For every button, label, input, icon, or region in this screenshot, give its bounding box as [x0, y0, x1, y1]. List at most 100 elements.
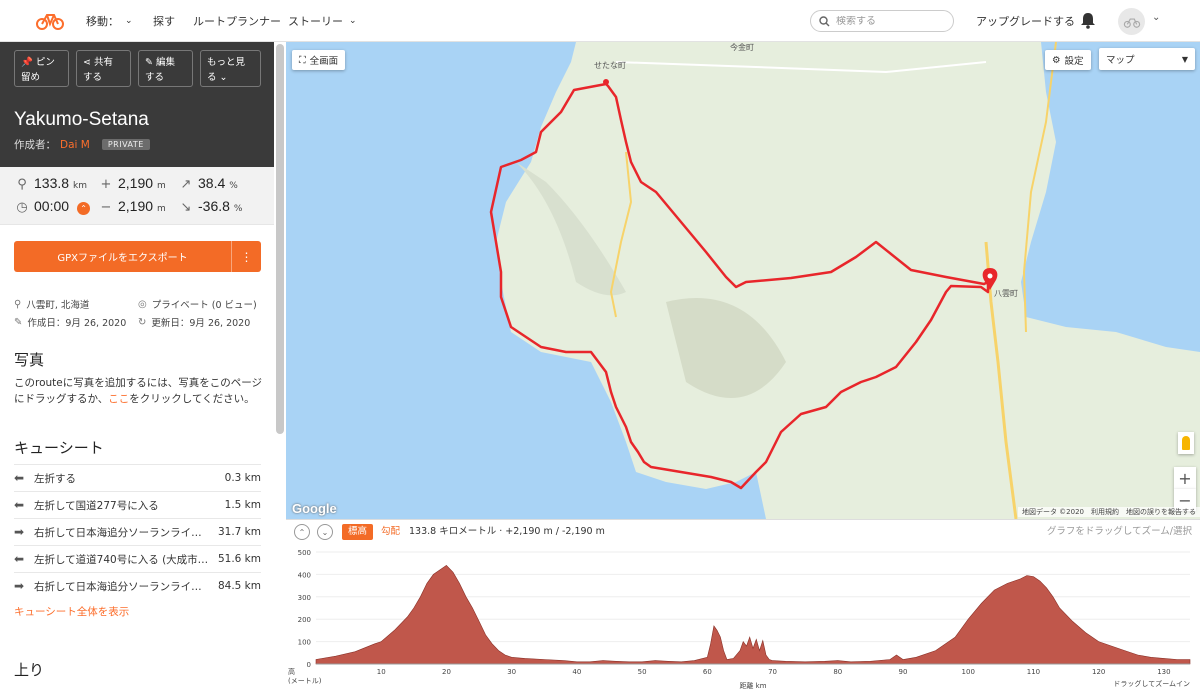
- route-header: 📌 ピン 留め ⋖ 共有 する ✎ 編集 する もっと見る ⌄ Yakumo-Seta…: [0, 42, 274, 167]
- cue-item[interactable]: ⬅ 左折して国道277号に入る 1.5 km: [14, 491, 261, 518]
- y-tick-label: 300: [298, 594, 311, 602]
- pencil-icon: ✎: [145, 57, 153, 68]
- photos-instructions: このrouteに写真を追加するには、写真をこのページにドラッグするか、ここをクリ…: [14, 375, 264, 407]
- fullscreen-label: 全画面: [309, 56, 339, 67]
- updated-text: 更新日：9月 26, 2020: [151, 318, 251, 329]
- x-tick-label: 50: [638, 668, 647, 676]
- pin-label-2: 留め: [21, 72, 41, 83]
- climb-pct-stat: ↗ 38.4%: [178, 175, 238, 192]
- elevation-area: [315, 565, 1191, 665]
- export-more-button[interactable]: ⋮: [231, 241, 261, 272]
- cue-item[interactable]: ➡ 右折して日本海追分ソーランライ… 84.5 km: [14, 572, 261, 599]
- upgrade-link[interactable]: アップグレードする: [976, 13, 1075, 29]
- export-gpx-button[interactable]: GPXファイルをエクスポート ⋮: [14, 241, 261, 272]
- arrow-right-icon: ➡: [14, 579, 25, 593]
- nav-route-planner[interactable]: ルートプランナー: [193, 13, 281, 29]
- nav-move-label: 移動：: [86, 15, 119, 28]
- fullscreen-button[interactable]: ⛶ 全画面: [292, 50, 346, 70]
- pin-button[interactable]: 📌 ピン 留め: [14, 50, 69, 87]
- map-label-yakumo: 八雲町: [994, 289, 1018, 298]
- nav-move[interactable]: 移動： ⌄: [86, 13, 133, 29]
- tab-elevation[interactable]: 標高: [342, 524, 374, 540]
- sidebar-scrollbar[interactable]: [276, 44, 284, 434]
- fullscreen-icon: ⛶: [299, 54, 306, 66]
- elevation-summary: 133.8 キロメートル · +2,190 m / -2,190 m: [409, 526, 605, 537]
- arrow-down-right-icon: ↘: [180, 200, 192, 215]
- route-stats: ⚲ 133.8 km +2,190 m ↗ 38.4% ◷ 00:00 ⌃ −2,190 m …: [0, 167, 274, 225]
- map-type-select[interactable]: マップ ▼: [1099, 48, 1195, 70]
- privacy-text: プライベート (0 ビュー): [151, 300, 257, 311]
- upgrade-label: アップグレードする: [976, 15, 1075, 28]
- climb-pct-unit: %: [229, 181, 238, 191]
- nav-route-planner-label: ルートプランナー: [193, 15, 281, 28]
- show-full-cue-sheet-link[interactable]: キューシート全体を表示: [14, 604, 129, 619]
- road: [615, 61, 987, 74]
- nav-stories-label: ストーリー: [288, 15, 343, 28]
- author-link[interactable]: Dai M: [60, 139, 90, 151]
- photos-upload-link[interactable]: ここ: [108, 393, 129, 405]
- ride-logo-icon[interactable]: [36, 8, 64, 32]
- pencil-icon: ✎: [14, 316, 23, 328]
- nav-explore[interactable]: 探す: [153, 13, 175, 29]
- zoom-in-button[interactable]: +: [1174, 467, 1196, 489]
- x-tick-label: 130: [1157, 668, 1170, 676]
- tab-grade[interactable]: 勾配: [381, 524, 400, 540]
- elevation-chart[interactable]: 0 100 200 300 400 500 10 20 30 40 50 60 70 80 90 100 110…: [286, 542, 1200, 692]
- pegman-icon[interactable]: [1178, 432, 1194, 454]
- cue-text: 左折する: [34, 472, 76, 485]
- terrain-shade: [666, 298, 786, 398]
- map-attribution[interactable]: 地図データ ©2020 利用規約 地図の誤りを報告する: [1017, 507, 1200, 517]
- pin-icon: 📌: [21, 57, 33, 68]
- elevation-panel: ⌃ ⌄ 標高 勾配 133.8 キロメートル · +2,190 m / -2,1…: [286, 519, 1200, 693]
- x-tick-label: 70: [768, 668, 777, 676]
- y-tick-label: 0: [307, 661, 311, 669]
- cue-text: 右折して日本海追分ソーランライ…: [34, 526, 202, 539]
- nav-stories[interactable]: ストーリー ⌄: [288, 13, 357, 29]
- collapse-up-button[interactable]: ⌃: [294, 524, 310, 540]
- minus-icon: −: [100, 200, 112, 215]
- settings-button[interactable]: ⚙ 設定: [1045, 50, 1091, 70]
- pace-toggle-icon[interactable]: ⌃: [77, 202, 91, 215]
- route-title: Yakumo-Setana: [14, 109, 149, 130]
- cue-distance: 0.3 km: [224, 472, 261, 484]
- edit-button[interactable]: ✎ 編集 する: [138, 50, 193, 87]
- search-input[interactable]: [836, 15, 946, 27]
- arrow-left-icon: ⬅: [14, 552, 25, 566]
- cue-item[interactable]: ➡ 右折して日本海追分ソーランライ… 31.7 km: [14, 518, 261, 545]
- x-tick-label: 30: [507, 668, 516, 676]
- search-icon: [819, 15, 830, 26]
- chevron-down-icon: ⌄: [321, 527, 329, 537]
- start-pin-icon[interactable]: [982, 268, 998, 290]
- cue-distance: 1.5 km: [224, 499, 261, 511]
- y-axis-label: 高: [288, 667, 295, 676]
- more-button[interactable]: もっと見る ⌄: [200, 50, 261, 87]
- route-distance-icon: ⚲: [17, 177, 27, 192]
- by-prefix: 作成者：: [14, 139, 56, 151]
- gear-icon: ⚙: [1052, 54, 1061, 66]
- avatar[interactable]: [1118, 8, 1145, 35]
- meta-location: ⚲ 八雲町, 北海道: [14, 297, 89, 312]
- distance-stat: ⚲ 133.8 km: [14, 175, 87, 192]
- share-button[interactable]: ⋖ 共有 する: [76, 50, 131, 87]
- more-label: もっと見: [207, 57, 246, 68]
- bell-icon[interactable]: [1080, 12, 1096, 29]
- route-map[interactable]: 今金町 せたな町 八雲町 ⛶ 全画面 ⚙ 設定 マップ ▼ + − Google 地図…: [286, 42, 1200, 519]
- expand-down-button[interactable]: ⌄: [317, 524, 333, 540]
- export-gpx-label: GPXファイルをエクスポート: [57, 253, 188, 264]
- meta-created: ✎ 作成日：9月 26, 2020: [14, 315, 126, 330]
- y-tick-label: 200: [298, 616, 311, 624]
- sea-of-japan: [286, 42, 766, 519]
- chevron-down-icon: ⌄: [125, 16, 133, 26]
- cue-item[interactable]: ⬅ 左折して道道740号に入る (大成市… 51.6 km: [14, 545, 261, 572]
- cue-distance: 31.7 km: [217, 526, 261, 538]
- edit-label-2: する: [145, 72, 165, 83]
- x-tick-label: 40: [572, 668, 581, 676]
- cue-item[interactable]: ⬅ 左折する 0.3 km: [14, 464, 261, 491]
- plus-icon: +: [100, 177, 112, 192]
- settings-label: 設定: [1064, 56, 1084, 67]
- map-canvas[interactable]: 今金町 せたな町 八雲町: [286, 42, 1200, 519]
- x-tick-label: 90: [899, 668, 908, 676]
- chevron-down-icon[interactable]: ⌄: [1152, 12, 1160, 23]
- nav-explore-label: 探す: [153, 15, 175, 28]
- cue-text: 右折して日本海追分ソーランライ…: [34, 580, 202, 593]
